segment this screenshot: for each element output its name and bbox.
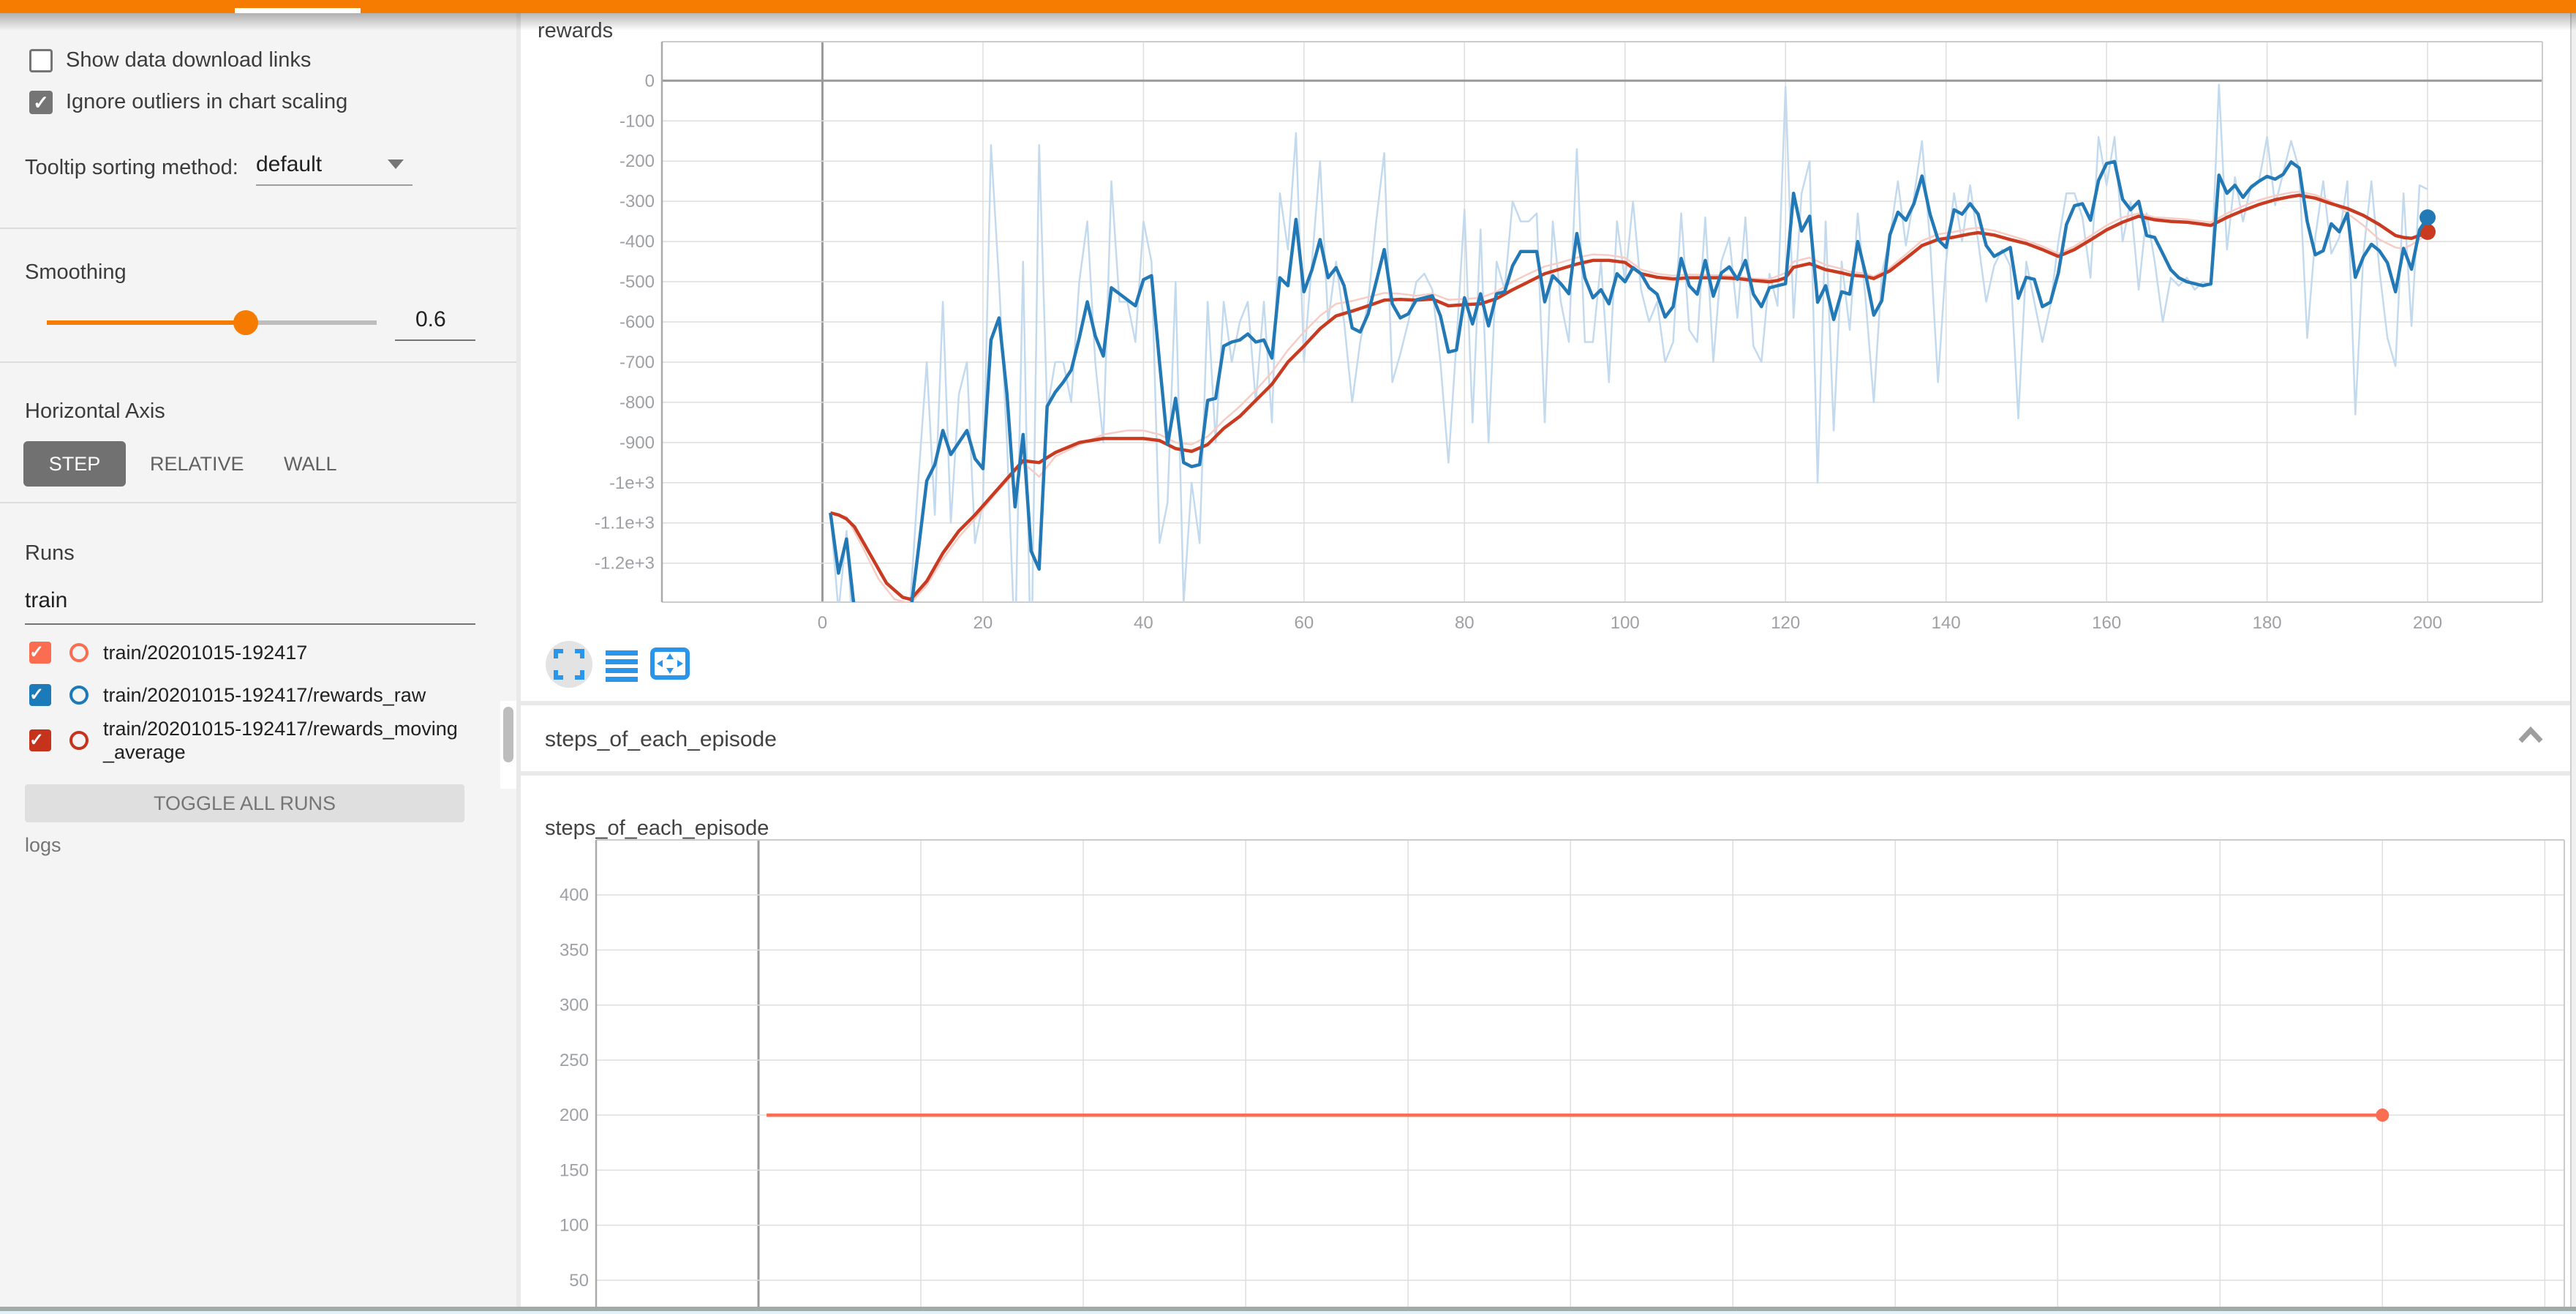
tooltip-sorting-dropdown[interactable]: default — [256, 152, 413, 177]
svg-text:100: 100 — [560, 1216, 589, 1236]
divider — [0, 228, 516, 229]
axis-step-button[interactable]: STEP — [23, 441, 126, 487]
main-scrollbar-track[interactable] — [2572, 13, 2576, 1307]
axis-step-label: STEP — [49, 453, 101, 476]
svg-text:-600: -600 — [619, 312, 655, 332]
svg-text:200: 200 — [560, 1105, 589, 1125]
app-header-bar — [0, 0, 2576, 13]
svg-text:50: 50 — [569, 1271, 589, 1291]
run-checkbox-1[interactable]: ✓ — [29, 642, 51, 664]
ignore-outliers-checkbox[interactable]: ✓ — [29, 91, 53, 114]
run-row-3[interactable]: ✓ train/20201015-192417/rewards_moving_a… — [29, 717, 458, 764]
horizontal-axis-label: Horizontal Axis — [25, 399, 165, 424]
svg-text:-900: -900 — [619, 433, 655, 453]
svg-text:-1e+3: -1e+3 — [609, 473, 655, 493]
svg-text:250: 250 — [560, 1051, 589, 1070]
svg-text:-1.2e+3: -1.2e+3 — [595, 554, 655, 574]
show-download-links-row[interactable]: ✓ Show data download links — [29, 48, 311, 72]
svg-text:100: 100 — [1611, 613, 1640, 633]
svg-text:20: 20 — [973, 613, 993, 633]
rewards-chart[interactable]: 0 20 40 60 80 100 120 140 160 180 200 0 -100 -200 -300… — [521, 13, 2570, 701]
svg-text:40: 40 — [1134, 613, 1153, 633]
smoothing-value: 0.6 — [395, 307, 446, 331]
toggle-all-runs-button[interactable]: TOGGLE ALL RUNS — [25, 784, 464, 822]
axis-wall-label: WALL — [284, 453, 337, 475]
steps-chart[interactable]: 400 350 300 250 200 150 100 50 — [521, 776, 2570, 1307]
run-checkbox-3[interactable]: ✓ — [29, 729, 51, 751]
window-bottom-highlight — [0, 1311, 2576, 1314]
toggle-all-runs-label: TOGGLE ALL RUNS — [154, 792, 336, 815]
svg-text:-300: -300 — [619, 192, 655, 211]
svg-text:-1.1e+3: -1.1e+3 — [595, 514, 655, 533]
run-label-2: train/20201015-192417/rewards_raw — [103, 683, 469, 707]
runs-label: Runs — [25, 541, 75, 566]
steps-section-title: steps_of_each_episode — [545, 727, 777, 752]
run-checkbox-2[interactable]: ✓ — [29, 684, 51, 706]
runs-filter-value: train — [25, 588, 67, 612]
svg-text:0: 0 — [818, 613, 827, 633]
runs-filter-input[interactable]: train — [25, 588, 475, 613]
tooltip-sorting-label: Tooltip sorting method: — [25, 156, 238, 180]
run-label-3: train/20201015-192417/rewards_moving_ave… — [103, 717, 458, 764]
svg-text:-500: -500 — [619, 272, 655, 292]
svg-text:-100: -100 — [619, 111, 655, 131]
svg-text:120: 120 — [1771, 613, 1800, 633]
settings-sidebar: ✓ Show data download links ✓ Ignore outl… — [0, 13, 516, 1307]
smoothing-slider-thumb[interactable] — [233, 310, 258, 335]
axis-relative-label: RELATIVE — [150, 453, 244, 475]
active-tab-indicator — [235, 8, 361, 13]
svg-text:350: 350 — [560, 940, 589, 960]
divider — [0, 361, 516, 363]
smoothing-label: Smoothing — [25, 260, 127, 285]
svg-text:150: 150 — [560, 1160, 589, 1180]
chevron-down-icon — [388, 159, 404, 169]
svg-text:300: 300 — [560, 996, 589, 1015]
runs-filter-underline — [25, 623, 475, 625]
tooltip-sorting-row: Tooltip sorting method: — [25, 156, 238, 180]
svg-text:200: 200 — [2413, 613, 2442, 633]
svg-text:400: 400 — [560, 885, 589, 905]
check-icon: ✓ — [29, 685, 44, 705]
divider — [0, 502, 516, 503]
smoothing-underline — [395, 339, 475, 341]
svg-text:160: 160 — [2092, 613, 2121, 633]
run-radio-2[interactable] — [69, 686, 88, 705]
svg-text:0: 0 — [645, 71, 655, 91]
svg-text:-200: -200 — [619, 151, 655, 171]
svg-text:140: 140 — [1932, 613, 1961, 633]
smoothing-value-field[interactable]: 0.6 — [395, 307, 475, 332]
ignore-outliers-label: Ignore outliers in chart scaling — [66, 90, 347, 114]
steps-card: steps_of_each_episode 400350300250200150… — [521, 776, 2570, 1307]
dropdown-underline — [256, 184, 413, 186]
tooltip-sorting-value: default — [256, 152, 322, 176]
check-icon: ✓ — [31, 93, 50, 112]
run-row-1[interactable]: ✓ train/20201015-192417 — [29, 641, 469, 664]
smoothing-slider-fill — [47, 320, 244, 325]
svg-text:60: 60 — [1294, 613, 1314, 633]
steps-section-header[interactable]: steps_of_each_episode — [521, 705, 2570, 771]
fit-domain-icon[interactable] — [649, 644, 690, 682]
data-table-icon[interactable] — [603, 645, 641, 683]
run-radio-3[interactable] — [69, 731, 88, 750]
svg-text:-800: -800 — [619, 393, 655, 413]
check-icon: ✓ — [29, 730, 44, 750]
logs-label: logs — [25, 834, 61, 857]
chevron-up-icon[interactable] — [2516, 726, 2545, 745]
show-download-links-checkbox[interactable]: ✓ — [29, 49, 53, 72]
svg-text:-400: -400 — [619, 232, 655, 252]
axis-relative-button[interactable]: RELATIVE — [150, 453, 244, 476]
ignore-outliers-row[interactable]: ✓ Ignore outliers in chart scaling — [29, 90, 347, 114]
check-icon: ✓ — [29, 642, 44, 662]
svg-text:-700: -700 — [619, 353, 655, 372]
axis-wall-button[interactable]: WALL — [284, 453, 337, 476]
show-download-links-label: Show data download links — [66, 48, 311, 72]
run-radio-1[interactable] — [69, 643, 88, 662]
run-label-1: train/20201015-192417 — [103, 641, 469, 664]
fullscreen-icon[interactable] — [550, 645, 588, 683]
svg-text:80: 80 — [1455, 613, 1475, 633]
run-row-2[interactable]: ✓ train/20201015-192417/rewards_raw — [29, 683, 469, 707]
sidebar-scrollbar-thumb[interactable] — [503, 707, 513, 762]
rewards-card: rewards 0204060801001201401601802000-100… — [521, 13, 2570, 701]
svg-text:180: 180 — [2253, 613, 2282, 633]
